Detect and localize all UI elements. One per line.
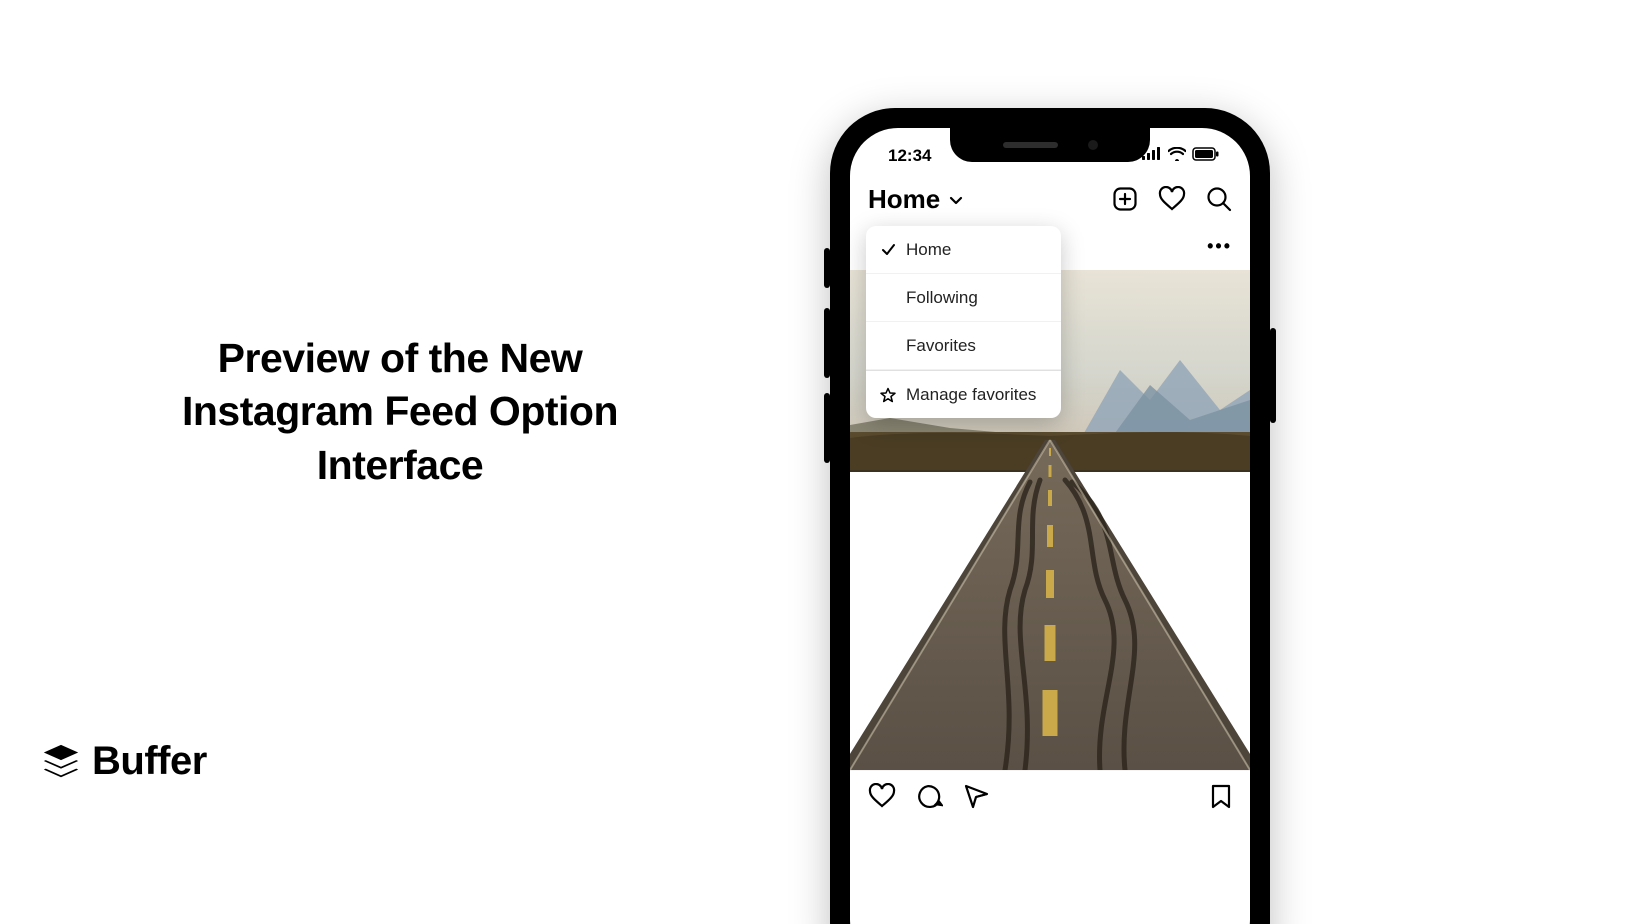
phone-screen: 12:34 — [850, 128, 1250, 924]
star-icon — [880, 387, 896, 403]
phone-side-button — [824, 393, 830, 463]
share-icon[interactable] — [963, 783, 990, 815]
wifi-icon — [1168, 147, 1186, 166]
like-heart-icon[interactable] — [868, 783, 896, 814]
feed-option-label: Manage favorites — [906, 385, 1036, 405]
post-options-icon[interactable]: ••• — [1207, 236, 1232, 257]
feed-selector[interactable]: Home — [868, 184, 964, 215]
status-time: 12:34 — [874, 138, 931, 166]
feed-option-favorites[interactable]: Favorites — [866, 322, 1061, 370]
phone-side-button — [824, 308, 830, 378]
feed-option-label: Home — [906, 240, 951, 260]
bookmark-icon[interactable] — [1210, 783, 1232, 815]
battery-icon — [1192, 147, 1220, 166]
buffer-logo-icon — [40, 741, 82, 783]
activity-heart-icon[interactable] — [1158, 186, 1186, 212]
headline: Preview of the New Instagram Feed Option… — [120, 332, 680, 492]
manage-favorites[interactable]: Manage favorites — [866, 370, 1061, 418]
feed-option-label: Following — [906, 288, 978, 308]
buffer-logo: Buffer — [40, 739, 207, 784]
feed-selector-label: Home — [868, 184, 940, 215]
search-icon[interactable] — [1206, 186, 1232, 212]
phone-side-button — [1270, 328, 1276, 423]
feed-option-following[interactable]: Following — [866, 274, 1061, 322]
phone-frame: 12:34 — [830, 108, 1270, 924]
comment-icon[interactable] — [916, 783, 943, 815]
chevron-down-icon — [948, 184, 964, 215]
check-icon — [880, 242, 896, 257]
phone-notch — [950, 128, 1150, 162]
app-header: Home — [850, 176, 1250, 222]
post-actions — [850, 770, 1250, 826]
new-post-icon[interactable] — [1112, 186, 1138, 212]
feed-option-label: Favorites — [906, 336, 976, 356]
feed-option-home[interactable]: Home — [866, 226, 1061, 274]
phone-side-button — [824, 248, 830, 288]
feed-dropdown: Home Following Favorites Manage — [866, 226, 1061, 418]
buffer-logo-text: Buffer — [92, 739, 207, 784]
